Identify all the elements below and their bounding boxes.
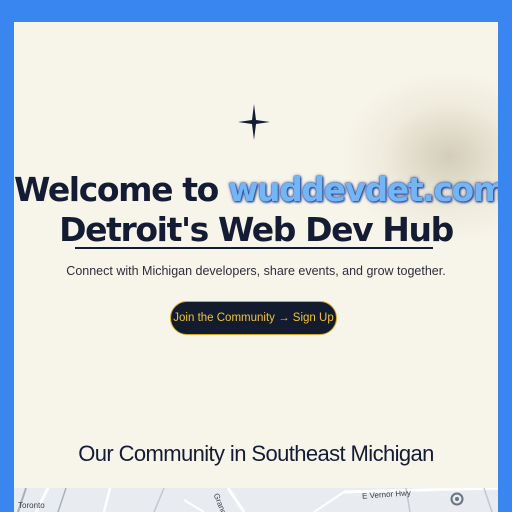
hero-underline <box>75 247 433 249</box>
landing-page: Welcome to wuddevdet.com Detroit's Web D… <box>14 22 498 512</box>
hero-title-line-1: Welcome to wuddevdet.com <box>14 170 498 209</box>
hero-title-line-2: Detroit's Web Dev Hub <box>59 210 454 249</box>
map-pin-icon[interactable] <box>450 492 464 506</box>
brand-name: wuddevdet.com <box>227 170 498 209</box>
join-community-button[interactable]: Join the Community → Sign Up <box>170 301 337 335</box>
community-map[interactable]: Toronto Grand E Vernor Hwy <box>14 488 498 512</box>
map-label-city: Toronto <box>18 501 45 510</box>
community-section-title: Our Community in Southeast Michigan <box>78 441 434 466</box>
sparkle-icon <box>238 104 270 140</box>
hero-subtitle: Connect with Michigan developers, share … <box>66 264 446 278</box>
hero-welcome-text: Welcome to <box>14 170 228 209</box>
map-streets <box>14 488 498 512</box>
